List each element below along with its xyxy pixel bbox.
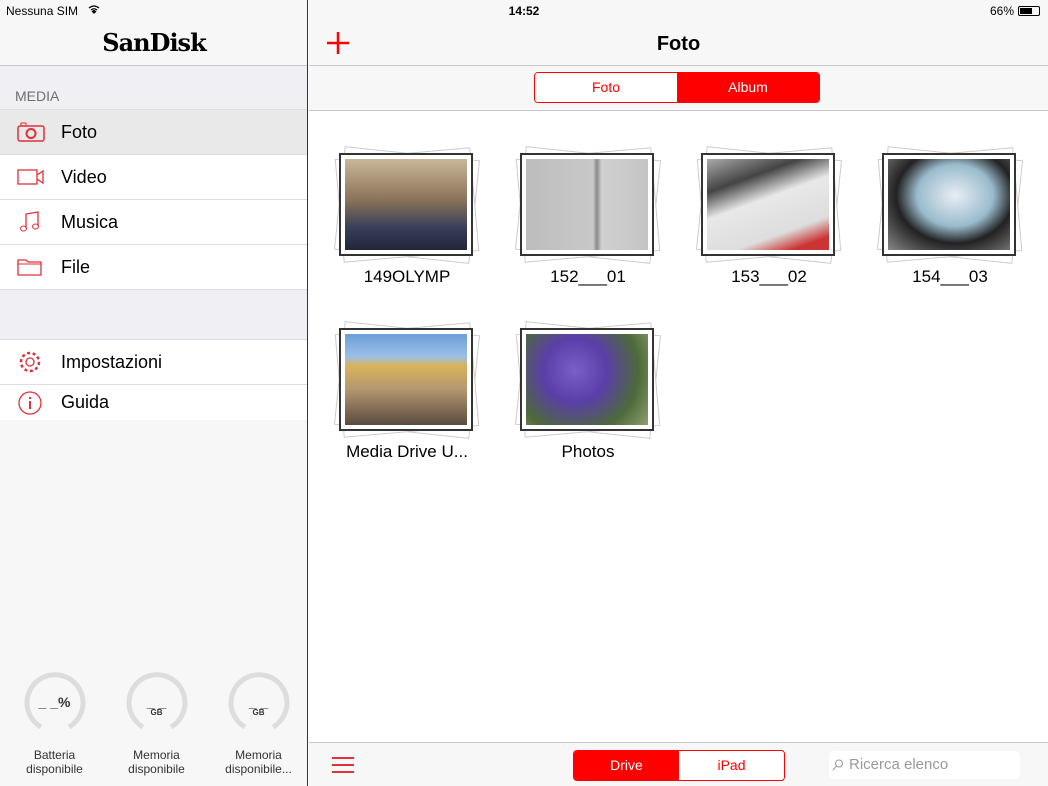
source-ipad[interactable]: iPad <box>679 751 784 780</box>
video-icon <box>17 169 44 185</box>
source-segmented-control: Drive iPad <box>573 750 785 781</box>
bottom-toolbar: Drive iPad Ricerca elenco <box>309 742 1048 786</box>
folder-icon <box>17 259 42 276</box>
album-item[interactable]: 153___02 <box>689 145 849 287</box>
sidebar-item-musica[interactable]: Musica <box>0 200 307 245</box>
tab-foto[interactable]: Foto <box>535 73 677 102</box>
battery-percent: 66% <box>989 4 1014 18</box>
album-item[interactable]: Media Drive U... <box>327 320 487 462</box>
drive-memory-gauge: _ _ GB Memoria disponibile <box>109 672 204 776</box>
search-input[interactable]: Ricerca elenco <box>829 751 1020 779</box>
storage-gauges: _ _% Batteria disponibile _ _ GB Memoria di… <box>0 672 308 776</box>
sidebar: SanDisk MEDIA Foto Video Musica File Imp… <box>0 0 308 786</box>
album-item[interactable]: 152___01 <box>508 145 668 287</box>
sidebar-item-guida[interactable]: Guida <box>0 385 307 420</box>
album-item[interactable]: 149OLYMP <box>327 145 487 287</box>
page-title: Foto <box>656 33 701 55</box>
section-gap <box>0 290 307 340</box>
sandisk-logo: SanDisk <box>102 28 206 57</box>
info-icon <box>18 390 42 415</box>
source-drive[interactable]: Drive <box>574 751 679 780</box>
view-segmented-control: Foto Album <box>534 72 820 103</box>
camera-icon <box>17 122 45 142</box>
sidebar-item-file[interactable]: File <box>0 245 307 290</box>
tab-album[interactable]: Album <box>677 73 819 102</box>
sidebar-item-video[interactable]: Video <box>0 155 307 200</box>
ipad-memory-gauge: _ _ GB Memoria disponibile... <box>211 672 306 776</box>
album-item[interactable]: 154___03 <box>870 145 1030 287</box>
sidebar-item-impostazioni[interactable]: Impostazioni <box>0 340 307 385</box>
menu-icon[interactable] <box>331 755 355 775</box>
battery-icon <box>1018 6 1040 16</box>
status-bar: Nessuna SIM 14:52 66% <box>0 0 1048 20</box>
search-icon <box>832 759 843 771</box>
section-header-media: MEDIA <box>0 66 307 110</box>
music-icon <box>20 211 39 232</box>
sidebar-item-foto[interactable]: Foto <box>0 110 307 155</box>
main-panel: Foto Foto Album 149OLYMP 152___01 153___… <box>309 0 1048 786</box>
gear-icon <box>19 351 41 373</box>
album-item[interactable]: Photos <box>508 320 668 462</box>
clock: 14:52 <box>508 4 540 18</box>
battery-gauge: _ _% Batteria disponibile <box>7 672 102 776</box>
